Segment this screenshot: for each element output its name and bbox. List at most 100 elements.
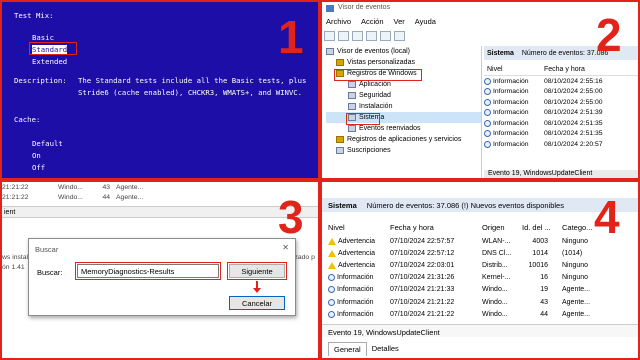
- table-row[interactable]: Información 08/10/2024 2:51:39: [484, 108, 638, 119]
- event-title: Evento 19, WindowsUpdateClient: [322, 324, 638, 337]
- table-row[interactable]: Advertencia 07/10/2024 22:03:01 Distrib...…: [328, 259, 636, 271]
- background-bar: ient: [2, 206, 318, 218]
- row-level: Advertencia: [338, 249, 375, 257]
- col-categoria[interactable]: Catego...: [562, 223, 592, 232]
- option-basic[interactable]: Basic: [32, 33, 54, 42]
- menu-accion[interactable]: Acción: [361, 17, 384, 26]
- row-source: Kernel-...: [482, 274, 511, 282]
- step-number-4: 4: [594, 191, 620, 243]
- row-date: 08/10/2024 2:55:16: [544, 77, 603, 85]
- cache-default[interactable]: Default: [32, 139, 63, 148]
- log-icon: [348, 81, 356, 88]
- menu-bar: Archivo Acción Ver Ayuda: [326, 17, 436, 26]
- tree-apps-services[interactable]: Registros de aplicaciones y servicios: [326, 134, 481, 145]
- menu-archivo[interactable]: Archivo: [326, 17, 351, 26]
- col-nivel[interactable]: Nivel: [484, 66, 544, 73]
- memory-diagnostics-panel: Test Mix: Basic Standard Extended Descri…: [0, 0, 320, 180]
- panel-icon[interactable]: [394, 31, 405, 41]
- row-level: Información: [493, 140, 529, 148]
- table-row[interactable]: Advertencia 07/10/2024 22:57:12 DNS Cl... 1…: [328, 247, 636, 259]
- cache-on[interactable]: On: [32, 151, 41, 160]
- row-level: Información: [493, 88, 529, 96]
- row-date: 07/10/2024 21:31:26: [390, 274, 455, 282]
- cancel-button[interactable]: Cancelar: [229, 296, 285, 310]
- row-level: Información: [493, 130, 529, 138]
- grid-icon[interactable]: [366, 31, 377, 41]
- row-id: 1014: [532, 249, 548, 257]
- menu-ayuda[interactable]: Ayuda: [415, 17, 436, 26]
- tree-subscriptions[interactable]: Suscripciones: [326, 145, 481, 156]
- cache-off[interactable]: Off: [32, 163, 45, 172]
- row-cat: Ninguno: [562, 261, 589, 269]
- description-label: Description:: [14, 76, 67, 85]
- log-icon: [326, 48, 334, 55]
- table-row[interactable]: Información 07/10/2024 21:21:33 Windo... 19…: [328, 284, 636, 296]
- row-cat: Ninguno: [562, 237, 589, 245]
- tree-apps-services-label: Registros de aplicaciones y servicios: [347, 136, 462, 143]
- dialog-title: Buscar: [35, 245, 59, 254]
- tree-log-instalacion[interactable]: Instalación: [326, 101, 481, 112]
- window-title: Visor de eventos: [338, 4, 391, 11]
- tree-custom-views[interactable]: Vistas personalizadas: [326, 57, 481, 68]
- tab-detalles[interactable]: Detalles: [367, 342, 404, 356]
- row-level: Información: [337, 286, 374, 294]
- tree-log-label: Aplicación: [359, 81, 391, 88]
- tree-log-seguridad[interactable]: Seguridad: [326, 90, 481, 101]
- tree-log-label: Seguridad: [359, 92, 391, 99]
- bg-time: 21:21:22: [2, 183, 29, 191]
- tab-general[interactable]: General: [328, 342, 367, 356]
- table-row[interactable]: Información 08/10/2024 2:51:35: [484, 129, 638, 140]
- table-row[interactable]: Información 07/10/2024 21:21:22 Windo... 44…: [328, 308, 636, 320]
- test-mix-label: Test Mix:: [14, 11, 54, 20]
- log-icon: [348, 103, 356, 110]
- forward-icon[interactable]: [338, 31, 349, 41]
- column-headers: Nivel Fecha y hora: [484, 64, 638, 76]
- table-row[interactable]: Información 08/10/2024 2:20:57: [484, 139, 638, 150]
- row-date: 08/10/2024 2:55:00: [544, 98, 603, 106]
- col-fecha[interactable]: Fecha y hora: [390, 223, 482, 232]
- table-row[interactable]: Información 08/10/2024 2:55:00: [484, 97, 638, 108]
- folder-icon[interactable]: [352, 31, 363, 41]
- warning-icon: [328, 249, 336, 257]
- column-headers: Nivel Fecha y hora Origen Id. del ... Ca…: [328, 221, 636, 233]
- cache-label: Cache:: [14, 115, 41, 124]
- step-number-3: 3: [278, 191, 304, 243]
- table-row[interactable]: Información 08/10/2024 2:55:16: [484, 76, 638, 87]
- toolbar: [324, 31, 405, 41]
- back-icon[interactable]: [324, 31, 335, 41]
- row-source: Windo...: [482, 286, 508, 294]
- table-row[interactable]: Información 07/10/2024 21:31:26 Kernel-...…: [328, 272, 636, 284]
- folder-icon: [336, 136, 344, 143]
- menu-ver[interactable]: Ver: [394, 17, 405, 26]
- row-level: Advertencia: [338, 261, 375, 269]
- row-date: 08/10/2024 2:51:35: [544, 130, 603, 138]
- close-icon[interactable]: ✕: [282, 243, 289, 252]
- event-list-pane: Sistema Número de eventos: 37.086 Nivel …: [484, 46, 638, 178]
- col-nivel[interactable]: Nivel: [328, 223, 390, 232]
- windows-logs-highlight: [334, 69, 422, 81]
- bg-text-1: ws instal: [2, 254, 29, 261]
- table-row[interactable]: Información 08/10/2024 2:55:00: [484, 87, 638, 98]
- row-date: 07/10/2024 22:57:57: [390, 237, 455, 245]
- bg-source: Windo...: [58, 183, 83, 191]
- tree-root[interactable]: Visor de eventos (local): [326, 46, 481, 57]
- row-cat: Agente...: [562, 286, 591, 294]
- option-extended[interactable]: Extended: [32, 57, 67, 66]
- col-origen[interactable]: Origen: [482, 223, 522, 232]
- col-fecha[interactable]: Fecha y hora: [544, 66, 585, 73]
- next-button-highlight: [227, 262, 287, 280]
- col-id[interactable]: Id. del ...: [522, 223, 562, 232]
- table-row[interactable]: Advertencia 07/10/2024 22:57:57 WLAN-... 40…: [328, 235, 636, 247]
- row-date: 07/10/2024 21:21:22: [390, 310, 455, 318]
- tree-subscriptions-label: Suscripciones: [347, 147, 391, 154]
- step-number-2: 2: [596, 9, 622, 61]
- info-icon: [484, 88, 491, 96]
- row-source: DNS Cl...: [482, 249, 512, 257]
- background-list: 21:21:22 Windo... 43 Agente... 21:21:22 Wind…: [2, 182, 318, 204]
- row-source: Distrib...: [482, 261, 508, 269]
- row-source: Windo...: [482, 310, 508, 318]
- info-icon: [484, 140, 491, 148]
- table-row[interactable]: Información 08/10/2024 2:51:35: [484, 118, 638, 129]
- help-icon[interactable]: [380, 31, 391, 41]
- table-row[interactable]: Información 07/10/2024 21:21:22 Windo... 43…: [328, 296, 636, 308]
